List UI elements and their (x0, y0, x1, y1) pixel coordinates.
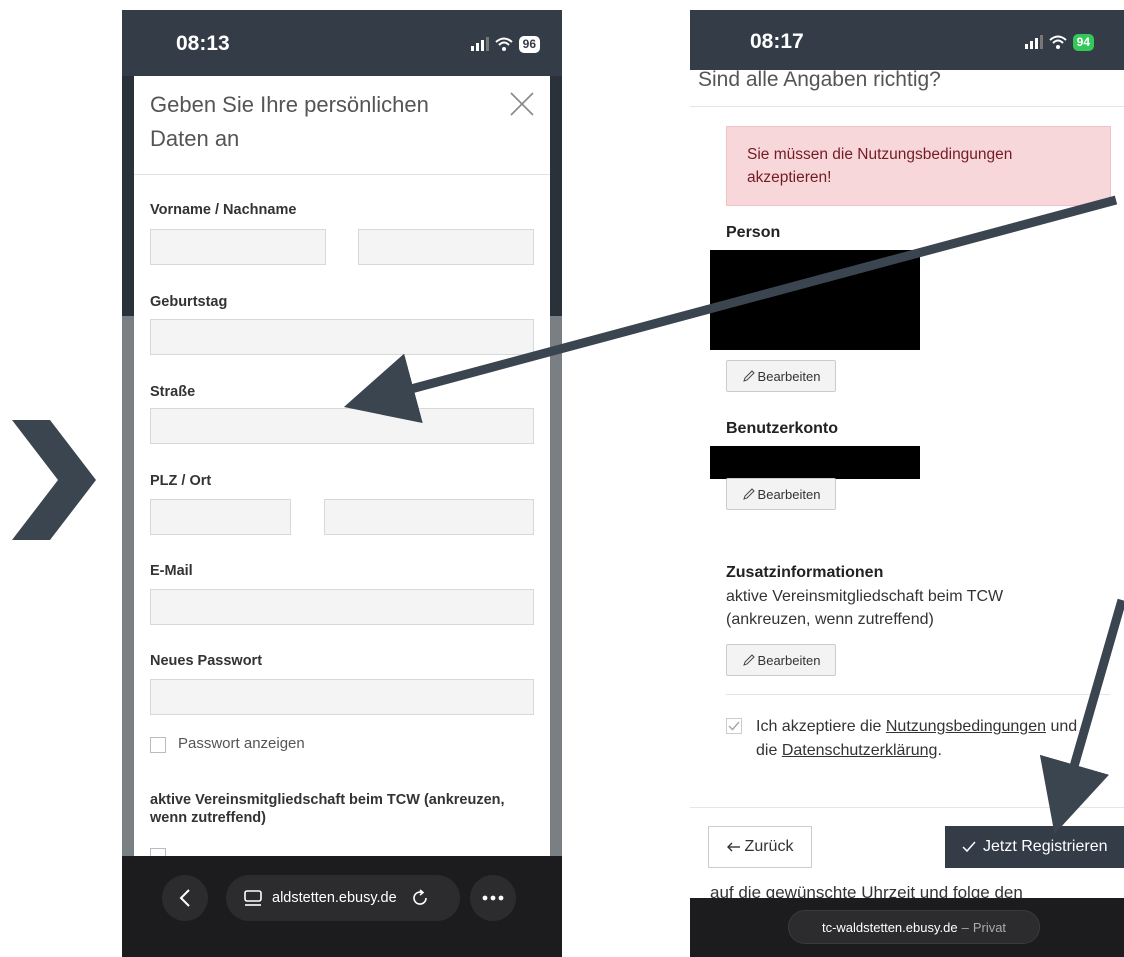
status-bar: 08:17 94 (690, 10, 1124, 70)
battery-icon: 96 (518, 35, 540, 53)
city-input[interactable] (324, 499, 534, 535)
personal-data-modal: Geben Sie Ihre persönlichen Daten an Vor… (134, 76, 550, 864)
show-password-checkbox[interactable] (150, 737, 166, 753)
status-time: 08:13 (176, 32, 230, 55)
status-time: 08:17 (750, 30, 804, 53)
edit-person-button[interactable]: Bearbeiten (726, 360, 836, 392)
accept-mid: und (1050, 718, 1078, 735)
accept-prefix: Ich akzeptiere die (756, 718, 882, 735)
backdrop (122, 316, 134, 856)
address-bar[interactable]: tc-waldstetten.ebusy.de – Privat (788, 910, 1040, 944)
edit-label: Bearbeiten (757, 368, 821, 384)
birthday-label: Geburtstag (150, 294, 228, 310)
heading-text: Sind alle Angaben richtig? (698, 70, 941, 91)
email-input[interactable] (150, 589, 534, 625)
wifi-icon (494, 37, 513, 51)
reload-icon[interactable] (411, 889, 429, 907)
browser-more-button[interactable] (470, 875, 516, 921)
status-bar: 08:13 96 (122, 10, 562, 76)
url-text: aldstetten.ebusy.de (272, 890, 397, 906)
accept-line2-prefix: die (756, 742, 778, 759)
membership-label: aktive Vereinsmitgliedschaft beim TCW (a… (150, 792, 505, 826)
page-heading: Sind alle Angaben richtig? (690, 70, 1124, 107)
birthday-input[interactable] (150, 319, 534, 355)
signal-icon (470, 37, 489, 51)
close-icon[interactable] (508, 90, 536, 118)
extra-info-label: Zusatzinformationen (726, 564, 884, 581)
pencil-icon (742, 488, 755, 500)
error-alert: Sie müssen die Nutzungsbedingungen akzep… (726, 126, 1111, 206)
email-label: E-Mail (150, 563, 193, 579)
left-phone-screen: 08:13 96 Geben Sie Ihre persönlichen Dat… (122, 10, 562, 957)
pencil-icon (742, 370, 755, 382)
privacy-link[interactable]: Datenschutzerklärung (782, 742, 938, 759)
divider (726, 694, 1110, 695)
password-label: Neues Passwort (150, 653, 263, 669)
check-icon (728, 721, 740, 731)
arrow-left-icon (726, 842, 740, 852)
last-name-input[interactable] (358, 229, 534, 265)
url-text: tc-waldstetten.ebusy.de (821, 919, 958, 935)
browser-toolbar: tc-waldstetten.ebusy.de – Privat (690, 898, 1124, 957)
private-mode-label: Privat (972, 919, 1007, 935)
account-label: Benutzerkonto (726, 420, 838, 437)
modal-title: Geben Sie Ihre persönlichen Daten an (150, 92, 429, 151)
back-button[interactable]: Zurück (708, 826, 812, 868)
register-button[interactable]: Jetzt Registrieren (945, 826, 1124, 868)
accept-terms-line1: Ich akzeptiere die Nutzungsbedingungen u… (756, 718, 1077, 736)
backdrop (550, 316, 562, 856)
redacted-block (710, 250, 920, 350)
back-label: Zurück (744, 838, 794, 855)
address-bar[interactable]: aldstetten.ebusy.de (226, 875, 460, 921)
edit-label: Bearbeiten (757, 652, 821, 668)
zip-city-label: PLZ / Ort (150, 473, 212, 489)
terms-link[interactable]: Nutzungsbedingungen (886, 718, 1046, 735)
password-input[interactable] (150, 679, 534, 715)
check-icon (962, 841, 976, 853)
accept-terms-checkbox[interactable] (726, 718, 742, 734)
chevron-left-icon (179, 889, 190, 907)
divider (690, 807, 1124, 808)
edit-account-button[interactable]: Bearbeiten (726, 478, 836, 510)
pencil-icon (742, 654, 755, 666)
extra-info-text: aktive Vereinsmitgliedschaft beim TCW (726, 588, 1004, 605)
tabs-icon (244, 890, 262, 906)
redacted-block (710, 446, 920, 479)
wifi-icon (1048, 35, 1067, 49)
backdrop (122, 76, 134, 316)
signal-icon (1024, 35, 1043, 49)
status-icons: 94 (1024, 32, 1094, 52)
street-input[interactable] (150, 408, 534, 444)
accept-suffix: . (937, 742, 942, 759)
modal-header: Geben Sie Ihre persönlichen Daten an (134, 76, 550, 175)
extra-info-text: (ankreuzen, wenn zutreffend) (726, 611, 934, 628)
person-label: Person (726, 224, 781, 241)
next-chevron-icon (12, 420, 96, 540)
accept-terms-line2: die Datenschutzerklärung. (756, 742, 942, 760)
more-icon (482, 895, 504, 901)
edit-label: Bearbeiten (757, 486, 821, 502)
show-password-label: Passwort anzeigen (178, 735, 305, 752)
register-label: Jetzt Registrieren (983, 838, 1108, 855)
edit-extra-button[interactable]: Bearbeiten (726, 644, 836, 676)
zip-input[interactable] (150, 499, 291, 535)
street-label: Straße (150, 384, 196, 400)
name-label: Vorname / Nachname (150, 202, 297, 218)
browser-toolbar: aldstetten.ebusy.de (122, 856, 562, 957)
first-name-input[interactable] (150, 229, 326, 265)
url-separator: – (961, 919, 969, 935)
backdrop (550, 76, 562, 316)
status-icons: 96 (470, 34, 540, 54)
battery-icon: 94 (1072, 33, 1094, 51)
browser-back-button[interactable] (162, 875, 208, 921)
right-phone-screen: 08:17 94 Sind alle Angaben richtig? Sie … (690, 10, 1124, 957)
